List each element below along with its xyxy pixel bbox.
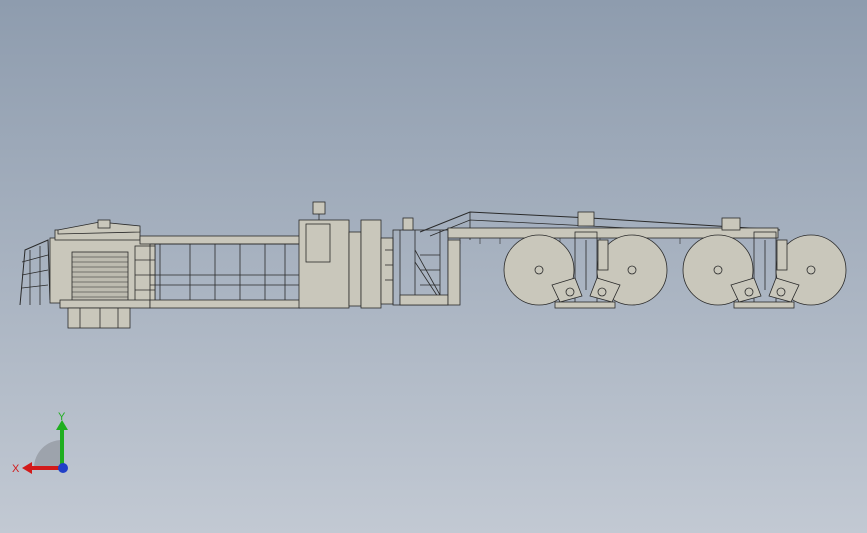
y-axis-label: Y [58,411,66,423]
x-axis-head [22,462,32,474]
feeder-section[interactable] [19,219,156,329]
splicer-tower[interactable] [392,217,449,306]
reel-stand-2[interactable] [682,231,847,309]
coordinate-triad: Y X [12,411,68,475]
reel-stand-1[interactable] [503,231,668,309]
machine-side-view[interactable] [0,0,867,533]
triad-plane [34,440,62,468]
cutter-unit[interactable] [298,201,394,309]
x-axis-label: X [12,463,20,475]
z-axis-dot [58,463,68,473]
conveyor-frame[interactable] [139,235,303,309]
graphics-viewport[interactable]: Y X [0,0,867,533]
